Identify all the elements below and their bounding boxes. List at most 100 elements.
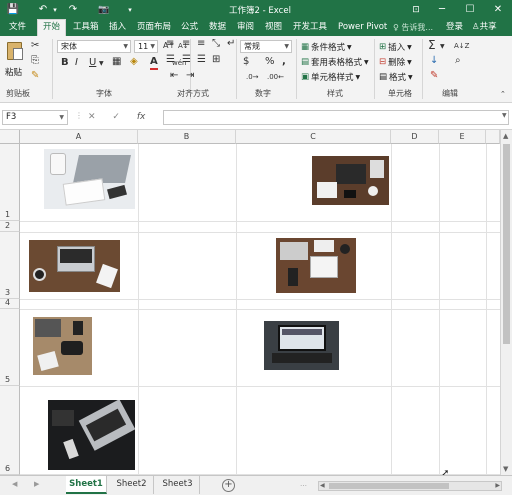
scroll-down-icon[interactable]: ▼	[503, 465, 508, 473]
merge-center-icon[interactable]: ⊞	[212, 54, 220, 66]
decrease-decimal-icon[interactable]: .00←	[267, 71, 284, 83]
increase-indent-icon[interactable]: ⇥	[186, 70, 194, 82]
row-header-3[interactable]: 3	[0, 232, 20, 299]
undo-dropdown-icon[interactable]: ▾	[51, 2, 59, 17]
picture-laptop-desk[interactable]	[44, 149, 135, 209]
vertical-scrollbar[interactable]: ▲ ▼	[500, 130, 512, 475]
tab-toolbox[interactable]: 工具箱	[68, 19, 104, 36]
sheet-tab-1[interactable]: Sheet1	[66, 476, 107, 494]
conditional-format-button[interactable]: ▦ 条件格式 ▼	[301, 41, 352, 53]
autosum-icon[interactable]: Σ	[428, 39, 436, 51]
row-header-2[interactable]: 2	[0, 221, 20, 232]
find-select-icon[interactable]: ⌕	[455, 55, 461, 67]
enter-icon[interactable]: ✓	[112, 112, 120, 122]
ribbon-display-icon[interactable]: ⊡	[402, 0, 430, 19]
tab-review[interactable]: 审阅	[232, 19, 259, 36]
fill-color-icon[interactable]: ◈	[130, 56, 138, 68]
autosum-dropdown-icon[interactable]: ▼	[440, 41, 445, 53]
horizontal-scrollbar[interactable]: ◀ ▶	[318, 481, 502, 491]
number-format-select[interactable]: 常规 ▼	[240, 40, 292, 53]
vertical-scroll-thumb[interactable]	[503, 144, 510, 344]
sheet-next-icon[interactable]: ▶	[34, 480, 39, 488]
picture-laptop-screen[interactable]	[264, 321, 339, 370]
login-link[interactable]: 登录	[446, 19, 463, 36]
picture-camera-gadgets[interactable]	[33, 317, 92, 375]
fill-icon[interactable]: ↓	[430, 55, 438, 67]
scroll-left-icon[interactable]: ◀	[320, 482, 325, 489]
cut-icon[interactable]: ✂	[31, 40, 39, 52]
sheet-prev-icon[interactable]: ◀	[12, 480, 17, 488]
sheet-tab-2[interactable]: Sheet2	[110, 476, 154, 494]
insert-cells-button[interactable]: ⊞ 插入 ▼	[379, 41, 412, 53]
align-center-icon[interactable]: ☰	[182, 54, 191, 66]
minimize-button[interactable]: ─	[428, 0, 456, 19]
font-size-select[interactable]: 11 ▼	[134, 40, 158, 53]
clear-icon[interactable]: ✎	[430, 70, 438, 82]
expand-formula-icon[interactable]: ▼	[502, 112, 507, 119]
comma-style-icon[interactable]: ,	[282, 56, 286, 68]
bold-button[interactable]: B	[61, 57, 69, 69]
row-header-6[interactable]: 6	[0, 386, 20, 475]
border-icon[interactable]: ▦	[112, 56, 121, 68]
picture-calendar-desk[interactable]	[276, 238, 356, 293]
cell-styles-button[interactable]: ▣ 单元格样式 ▼	[301, 71, 360, 83]
format-as-table-button[interactable]: ▤ 套用表格格式 ▼	[301, 56, 369, 68]
name-box[interactable]: F3 ▼	[2, 110, 68, 125]
format-painter-icon[interactable]: ✎	[31, 70, 39, 82]
align-left-icon[interactable]: ☰	[166, 54, 175, 66]
formula-input[interactable]	[163, 110, 509, 125]
tab-page-layout[interactable]: 页面布局	[132, 19, 176, 36]
picture-laptop-notebook[interactable]	[29, 240, 120, 292]
insert-function-icon[interactable]: fx	[137, 112, 146, 122]
increase-decimal-icon[interactable]: .0→	[246, 71, 259, 83]
formula-bar-grip-icon[interactable]: ⋮	[75, 111, 83, 120]
italic-button[interactable]: I	[75, 57, 78, 69]
redo-icon[interactable]: ↷	[66, 2, 80, 17]
font-color-icon[interactable]: A	[150, 56, 158, 70]
column-header-d[interactable]: D	[391, 130, 439, 144]
picture-laptop-dark[interactable]	[48, 400, 135, 470]
add-sheet-button[interactable]: +	[222, 479, 235, 492]
picture-flatlay-desk[interactable]	[312, 156, 389, 205]
tab-view[interactable]: 视图	[260, 19, 287, 36]
column-header-f[interactable]	[486, 130, 500, 144]
column-header-b[interactable]: B	[138, 130, 236, 144]
save-icon[interactable]: 💾	[6, 2, 20, 17]
share-button[interactable]: ♙共享	[472, 19, 497, 36]
column-header-e[interactable]: E	[439, 130, 486, 144]
align-middle-icon[interactable]: ≡	[182, 38, 190, 50]
percent-icon[interactable]: %	[265, 56, 275, 68]
select-all-corner[interactable]	[0, 130, 20, 144]
copy-icon[interactable]: ⎘	[31, 55, 39, 67]
align-right-icon[interactable]: ☰	[197, 54, 206, 66]
cancel-icon[interactable]: ✕	[88, 112, 96, 122]
currency-icon[interactable]: $	[243, 56, 249, 68]
horizontal-scroll-thumb[interactable]	[329, 483, 449, 489]
sheet-tab-3[interactable]: Sheet3	[156, 476, 200, 494]
row-header-5[interactable]: 5	[0, 309, 20, 386]
underline-button[interactable]: U	[89, 57, 96, 69]
tab-developer[interactable]: 开发工具	[288, 19, 332, 36]
tab-insert[interactable]: 插入	[104, 19, 131, 36]
maximize-button[interactable]: ☐	[456, 0, 484, 19]
tab-split-icon[interactable]: …	[300, 480, 307, 488]
align-bottom-icon[interactable]: ≡	[197, 38, 205, 50]
tab-file[interactable]: 文件	[4, 19, 31, 36]
close-button[interactable]: ✕	[484, 0, 512, 19]
align-top-icon[interactable]: ≡	[166, 38, 174, 50]
tab-power-pivot[interactable]: Power Pivot	[333, 19, 392, 36]
tab-formulas[interactable]: 公式	[176, 19, 203, 36]
orientation-icon[interactable]: ⤡	[212, 38, 220, 50]
tab-home[interactable]: 开始	[37, 19, 67, 36]
font-name-select[interactable]: 宋体 ▼	[57, 40, 131, 53]
scroll-right-icon[interactable]: ▶	[495, 482, 500, 489]
underline-dropdown-icon[interactable]: ▼	[99, 58, 104, 70]
customize-qat-icon[interactable]: ▾	[125, 2, 135, 17]
row-header-4[interactable]: 4	[0, 298, 20, 309]
column-header-c[interactable]: C	[236, 130, 391, 144]
undo-icon[interactable]: ↶	[36, 2, 50, 17]
camera-icon[interactable]: 📷	[96, 2, 112, 17]
column-header-a[interactable]: A	[20, 130, 138, 144]
paste-button[interactable]: 粘贴	[4, 40, 26, 82]
row-header-1[interactable]: 1	[0, 144, 20, 221]
